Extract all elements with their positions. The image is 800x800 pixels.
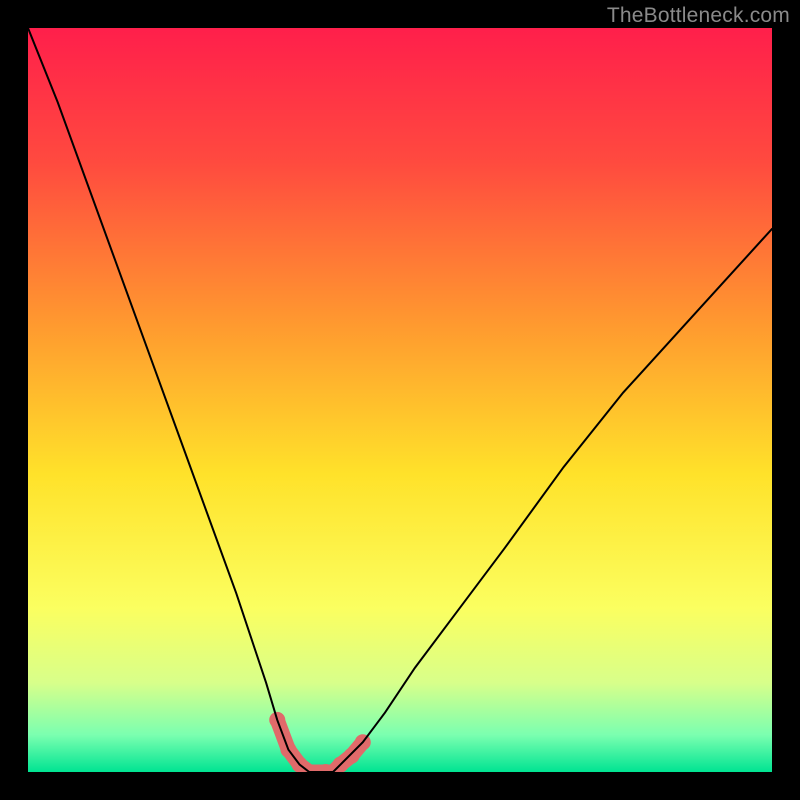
watermark: TheBottleneck.com <box>607 4 790 28</box>
bottleneck-curve <box>28 28 772 772</box>
chart-frame: TheBottleneck.com <box>0 0 800 800</box>
valley-dot <box>344 748 360 764</box>
curve-layer <box>28 28 772 772</box>
plot-area <box>28 28 772 772</box>
